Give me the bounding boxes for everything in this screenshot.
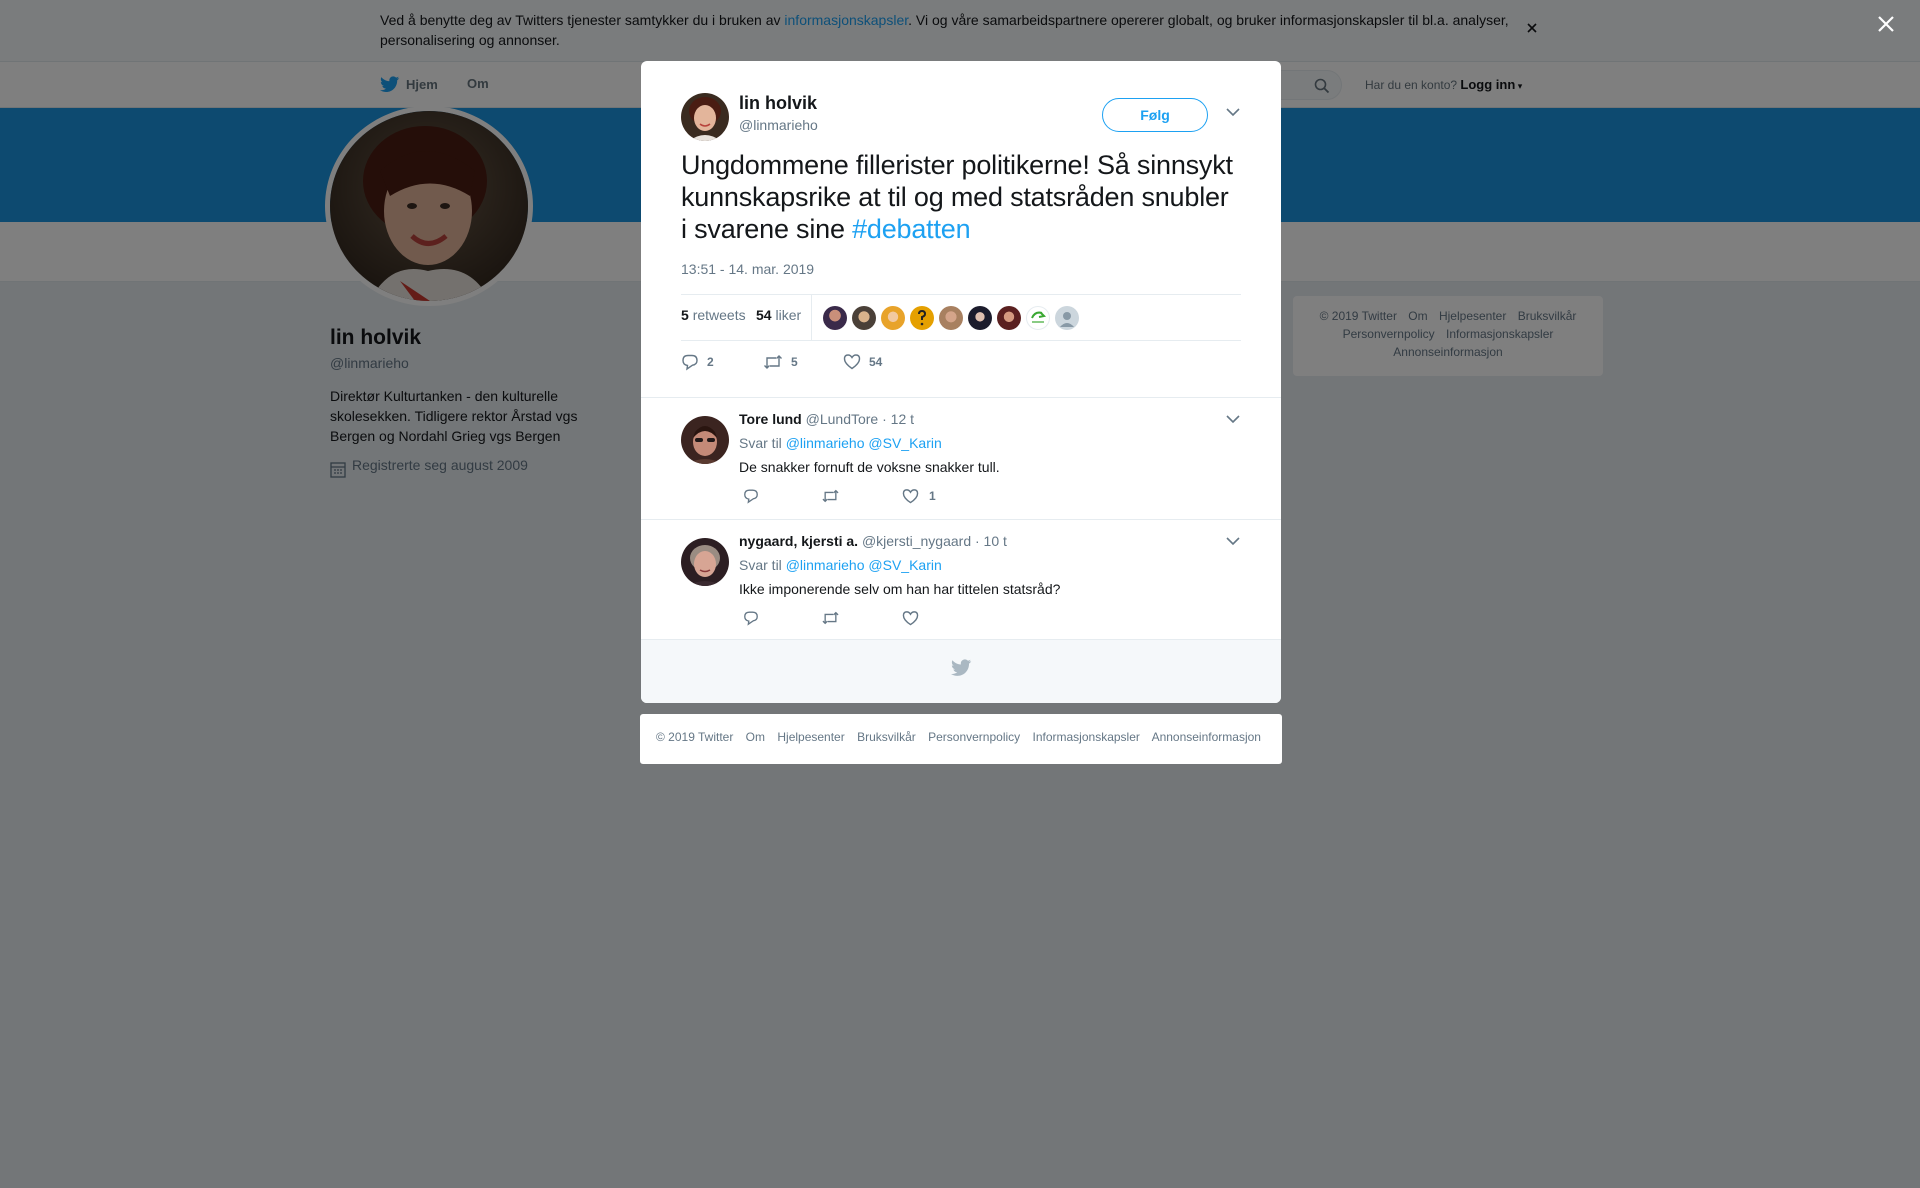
footer-link[interactable]: Informasjonskapsler: [1033, 730, 1140, 744]
liker-avatar[interactable]: [910, 306, 934, 330]
reply-action[interactable]: [743, 610, 759, 626]
reply-header: Tore lund @LundTore · 12 t: [739, 411, 914, 427]
reply-author-handle[interactable]: @kjersti_nygaard: [862, 533, 971, 549]
liker-avatar[interactable]: [823, 306, 847, 330]
mention-link[interactable]: @linmarieho: [786, 557, 865, 573]
retweet-action-count: 5: [791, 355, 798, 369]
retweet-count: 5: [681, 307, 689, 323]
follow-button[interactable]: Følg: [1102, 98, 1208, 132]
liker-avatar[interactable]: [997, 306, 1021, 330]
like-action[interactable]: [902, 610, 919, 626]
retweet-action[interactable]: [821, 610, 840, 626]
footer-link[interactable]: © 2019 Twitter: [656, 730, 733, 744]
tweet-stats: 5 retweets 54 liker: [681, 294, 1241, 341]
tweet-modal: lin holvik @linmarieho Følg Ungdommene f…: [641, 61, 1281, 703]
reply-action[interactable]: 2: [681, 353, 714, 371]
like-action[interactable]: 54: [843, 353, 882, 370]
reply-icon: [743, 610, 759, 626]
liker-avatar[interactable]: [852, 306, 876, 330]
reply-author-name[interactable]: nygaard, kjersti a.: [739, 533, 858, 549]
mention-link[interactable]: @SV_Karin: [868, 435, 941, 451]
reply-icon: [743, 488, 759, 504]
reply-icon: [681, 353, 699, 371]
liker-avatar[interactable]: [1026, 306, 1050, 330]
footer-link[interactable]: Hjelpesenter: [777, 730, 844, 744]
reply-count: 2: [707, 355, 714, 369]
like-icon: [902, 488, 919, 504]
mention-link[interactable]: @linmarieho: [786, 435, 865, 451]
retweet-icon: [821, 610, 840, 626]
reply-author-handle[interactable]: @LundTore: [806, 411, 879, 427]
reply-like-count: 1: [929, 489, 936, 503]
liker-avatar[interactable]: [968, 306, 992, 330]
twitter-bird-icon: [951, 659, 972, 677]
tweet-text: Ungdommene fillerister politikerne! Så s…: [681, 149, 1241, 245]
footer-link[interactable]: Om: [746, 730, 765, 744]
retweet-stat[interactable]: 5 retweets: [681, 307, 746, 323]
close-icon[interactable]: [1876, 14, 1896, 34]
liker-avatar[interactable]: [1055, 306, 1079, 330]
reply-avatar[interactable]: [681, 416, 729, 464]
liker-avatars: [823, 306, 1079, 330]
stats-divider: [811, 295, 812, 341]
reply-to-line: Svar til @linmarieho @SV_Karin: [739, 435, 942, 451]
modal-footer: © 2019 Twitter Om Hjelpesenter Bruksvilk…: [640, 714, 1282, 764]
reply-time[interactable]: · 12 t: [882, 411, 914, 427]
liker-avatar[interactable]: [939, 306, 963, 330]
modal-bottom-bar: [641, 639, 1281, 703]
like-stat[interactable]: 54 liker: [756, 307, 801, 323]
like-action-count: 54: [869, 354, 883, 369]
like-label: liker: [775, 307, 802, 323]
retweet-icon: [763, 353, 783, 371]
retweet-icon: [821, 488, 840, 504]
reply-action[interactable]: [743, 488, 759, 504]
retweet-action[interactable]: [821, 488, 840, 504]
liker-avatar[interactable]: [881, 306, 905, 330]
tweet-author-name[interactable]: lin holvik: [739, 93, 817, 114]
mention-link[interactable]: @SV_Karin: [868, 557, 941, 573]
tweet-author-handle[interactable]: @linmarieho: [739, 117, 818, 133]
reply-tweet[interactable]: nygaard, kjersti a. @kjersti_nygaard · 1…: [641, 519, 1281, 639]
reply-avatar[interactable]: [681, 538, 729, 586]
reply-to-label: Svar til: [739, 435, 782, 451]
like-icon: [843, 353, 861, 370]
reply-to-line: Svar til @linmarieho @SV_Karin: [739, 557, 942, 573]
chevron-down-icon[interactable]: [1226, 537, 1240, 546]
footer-link[interactable]: Personvernpolicy: [928, 730, 1020, 744]
retweet-action[interactable]: 5: [763, 353, 798, 371]
reply-tweet[interactable]: Tore lund @LundTore · 12 t Svar til @lin…: [641, 397, 1281, 515]
hashtag-link[interactable]: #debatten: [852, 214, 971, 244]
reply-to-label: Svar til: [739, 557, 782, 573]
reply-author-name[interactable]: Tore lund: [739, 411, 802, 427]
footer-link[interactable]: Annonseinformasjon: [1152, 730, 1261, 744]
footer-link[interactable]: Bruksvilkår: [857, 730, 916, 744]
reply-header: nygaard, kjersti a. @kjersti_nygaard · 1…: [739, 533, 1007, 549]
reply-time[interactable]: · 10 t: [975, 533, 1007, 549]
reply-text: De snakker fornuft de voksne snakker tul…: [739, 459, 1000, 475]
like-icon: [902, 610, 919, 626]
tweet-timestamp[interactable]: 13:51 - 14. mar. 2019: [681, 261, 814, 277]
like-action[interactable]: 1: [902, 488, 936, 504]
tweet-author-avatar[interactable]: [681, 93, 729, 141]
chevron-down-icon[interactable]: [1226, 108, 1240, 117]
like-count: 54: [756, 307, 772, 323]
reply-text: Ikke imponerende selv om han har tittele…: [739, 581, 1061, 597]
chevron-down-icon[interactable]: [1226, 415, 1240, 424]
retweet-label: retweets: [692, 307, 746, 323]
